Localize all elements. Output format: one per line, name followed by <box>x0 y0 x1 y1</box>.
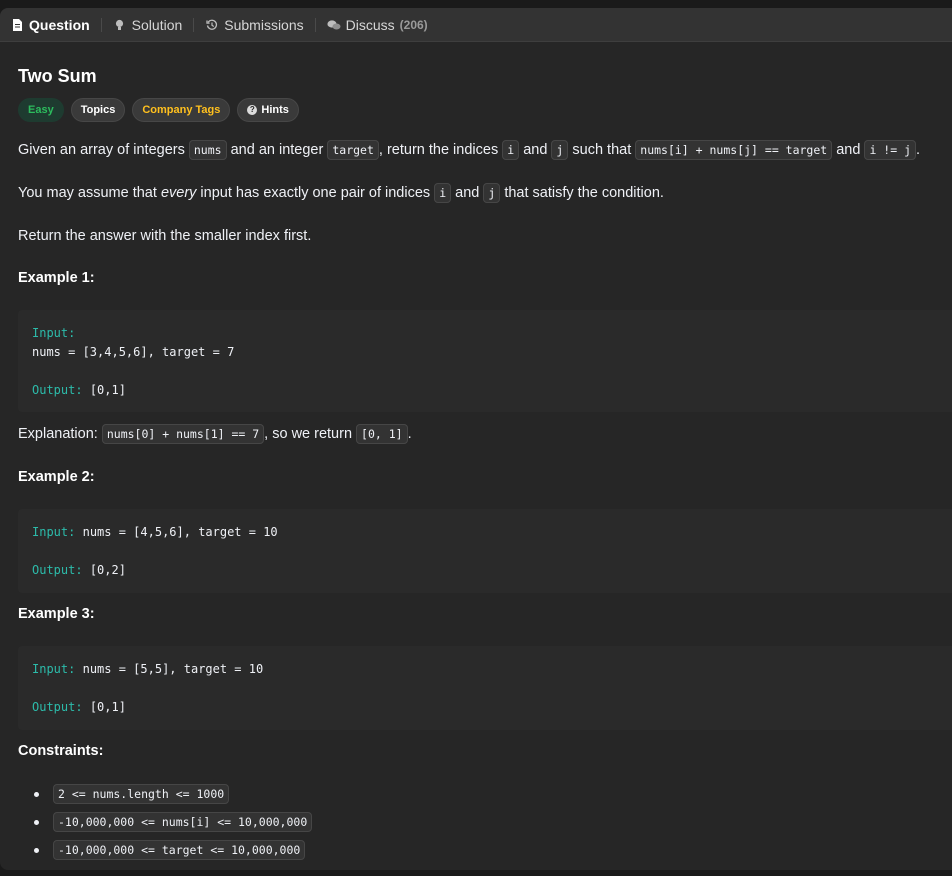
inline-code: j <box>551 140 569 160</box>
desc-text: such that <box>568 142 636 158</box>
inline-code: i <box>502 140 520 160</box>
difficulty-badge: Easy <box>18 98 64 122</box>
tab-divider <box>193 17 195 32</box>
output-value: [0,1] <box>89 700 126 714</box>
emphasis-text: every <box>160 185 197 201</box>
description-paragraph: Return the answer with the smaller index… <box>18 228 312 244</box>
desc-text: that satisfy the condition. <box>500 185 664 201</box>
hints-button[interactable]: ? Hints <box>237 98 299 122</box>
tab-discuss[interactable]: Discuss (206) <box>327 17 428 33</box>
topics-label: Topics <box>80 104 116 116</box>
input-label: Input: <box>32 525 76 539</box>
problem-panel: Question Solution Submissions Discuss (2… <box>0 8 952 870</box>
desc-text: and an integer <box>226 142 328 158</box>
output-label: Output: <box>32 563 83 577</box>
output-value: [0,1] <box>89 383 126 397</box>
constraint-code: 2 <= nums.length <= 1000 <box>53 784 230 804</box>
tab-label: Submissions <box>224 16 304 33</box>
output-label: Output: <box>32 383 83 397</box>
history-icon <box>205 18 219 32</box>
desc-text: . <box>407 426 412 442</box>
document-icon <box>10 18 24 32</box>
desc-text: and <box>519 142 552 158</box>
list-item: -10,000,000 <= target <= 10,000,000 <box>34 840 306 860</box>
tab-divider <box>314 17 316 32</box>
tab-question[interactable]: Question <box>10 17 90 33</box>
tab-label: Solution <box>131 16 183 33</box>
inline-code: target <box>327 140 379 160</box>
inline-code: nums[i] + nums[j] == target <box>635 140 833 160</box>
company-tags-label: Company Tags <box>142 104 221 116</box>
bullet-dot <box>34 791 39 797</box>
output-value: [0,2] <box>89 563 126 577</box>
desc-text: Given an array of integers <box>18 142 189 158</box>
input-label: Input: <box>32 326 76 340</box>
description-paragraph: Given an array of integers nums and an i… <box>18 140 921 160</box>
company-tags-button[interactable]: Company Tags <box>132 98 231 122</box>
bullet-dot <box>34 847 39 853</box>
explanation-line: Explanation: nums[0] + nums[1] == 7, so … <box>18 424 412 444</box>
input-label: Input: <box>32 662 76 676</box>
inline-code: i <box>434 183 452 203</box>
input-value: nums = [5,5], target = 10 <box>82 662 264 676</box>
example-heading: Example 2: <box>18 469 95 485</box>
inline-code: j <box>483 183 501 203</box>
desc-text: input has exactly one pair of indices <box>196 185 435 201</box>
question-circle-icon: ? <box>247 105 258 115</box>
example-code-block: Input: nums = [3,4,5,6], target = 7 Outp… <box>18 310 952 412</box>
example-heading: Example 3: <box>18 606 95 622</box>
discuss-count: (206) <box>399 17 428 32</box>
explanation-label: Explanation: <box>18 426 102 442</box>
desc-text: You may assume that <box>18 185 161 201</box>
desc-text: and <box>451 185 484 201</box>
tab-bar: Question Solution Submissions Discuss (2… <box>0 8 952 42</box>
constraint-code: -10,000,000 <= nums[i] <= 10,000,000 <box>53 812 313 832</box>
inline-code: i != j <box>864 140 916 160</box>
input-value: nums = [3,4,5,6], target = 7 <box>32 345 235 359</box>
inline-code: nums <box>188 140 227 160</box>
topics-button[interactable]: Topics <box>70 98 126 122</box>
tab-divider <box>100 17 102 32</box>
tab-label: Question <box>29 16 90 33</box>
problem-title: Two Sum <box>18 66 97 86</box>
constraint-code: -10,000,000 <= target <= 10,000,000 <box>53 840 306 860</box>
difficulty-label: Easy <box>28 104 54 116</box>
example-heading: Example 1: <box>18 270 95 286</box>
desc-text: , return the indices <box>378 142 503 158</box>
tab-solution[interactable]: Solution <box>113 16 183 33</box>
example-code-block: Input: nums = [5,5], target = 10 Output:… <box>18 646 952 730</box>
desc-text: and <box>832 142 865 158</box>
description-paragraph: You may assume that every input has exac… <box>18 183 664 203</box>
output-label: Output: <box>32 700 83 714</box>
example-code-block: Input: nums = [4,5,6], target = 10 Outpu… <box>18 509 952 593</box>
desc-text: . <box>916 142 921 158</box>
desc-text: , so we return <box>264 426 357 442</box>
list-item: 2 <= nums.length <= 1000 <box>34 784 230 804</box>
tag-row: Easy Topics Company Tags ? Hints <box>18 98 299 122</box>
list-item: -10,000,000 <= nums[i] <= 10,000,000 <box>34 812 313 832</box>
chat-icon <box>327 18 341 32</box>
bullet-dot <box>34 819 39 825</box>
tab-label: Discuss <box>345 16 395 33</box>
constraints-heading: Constraints: <box>18 743 104 759</box>
hints-label: Hints <box>261 104 289 116</box>
lightbulb-icon <box>113 18 127 32</box>
tab-submissions[interactable]: Submissions <box>205 16 304 33</box>
inline-code: [0, 1] <box>356 424 408 444</box>
input-value: nums = [4,5,6], target = 10 <box>82 525 278 539</box>
inline-code: nums[0] + nums[1] == 7 <box>101 424 265 444</box>
